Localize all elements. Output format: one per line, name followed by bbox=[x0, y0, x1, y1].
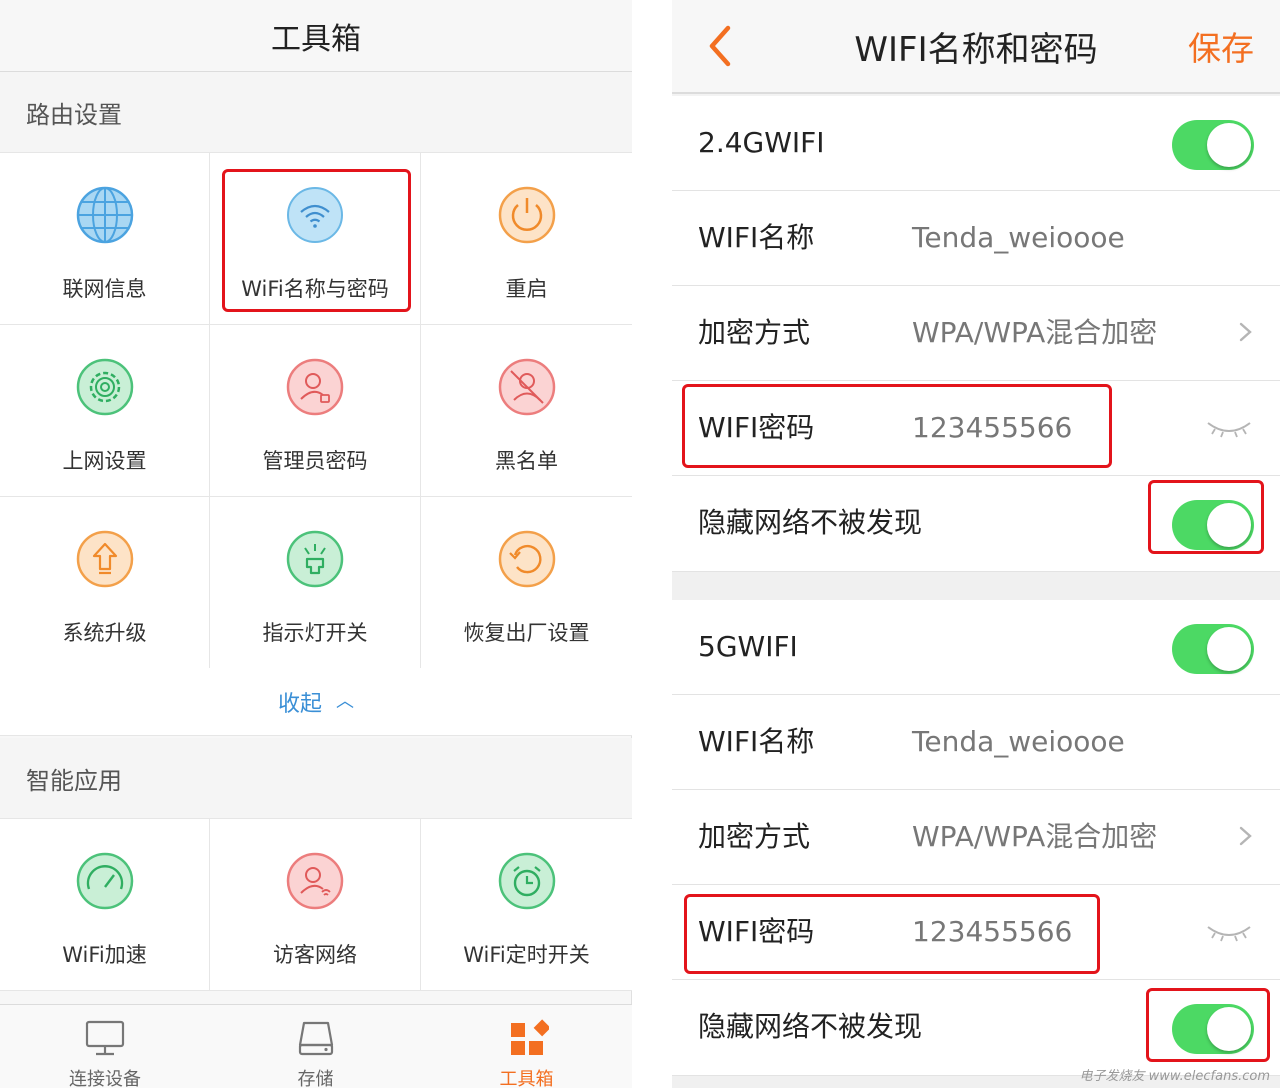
watermark: 电子发烧友 www.elecfans.com bbox=[1079, 1069, 1270, 1084]
smart-apps-grid: WiFi加速 访客网络 WiFi定时开关 bbox=[0, 818, 632, 991]
tool-factory-reset[interactable]: 恢复出厂设置 bbox=[421, 497, 632, 669]
tab-connected-devices[interactable]: 连接设备 bbox=[0, 1005, 210, 1088]
tool-label: 黑名单 bbox=[495, 449, 558, 473]
tab-label: 工具箱 bbox=[499, 1069, 554, 1088]
toolbox-header: 工具箱 bbox=[0, 0, 632, 72]
tool-system-upgrade[interactable]: 系统升级 bbox=[0, 497, 210, 669]
encryption-value: WPA/WPA混合加密 bbox=[912, 316, 1158, 349]
encryption-row[interactable]: 加密方式 WPA/WPA混合加密 bbox=[672, 286, 1280, 381]
wifi-password-value[interactable]: 123455566 bbox=[912, 381, 1072, 475]
toolbox-screen: 工具箱 路由设置 联网信息 WiFi名称与密码 重启 上网设置 管理员密码 黑名… bbox=[0, 0, 632, 1088]
wifi-name-row[interactable]: WIFI名称 Tenda_weioooe bbox=[672, 695, 1280, 790]
collapse-label: 收起 bbox=[277, 691, 322, 717]
storage-icon bbox=[298, 1021, 333, 1056]
toolbox-icon bbox=[510, 1019, 549, 1055]
band-label: 5GWIFI bbox=[698, 630, 798, 663]
collapse-button[interactable]: 收起 ︿ bbox=[0, 668, 632, 736]
chevron-up-icon: ︿ bbox=[336, 690, 354, 712]
band-5g-row: 5GWIFI bbox=[672, 600, 1280, 695]
wifi-name-row[interactable]: WIFI名称 Tenda_weioooe bbox=[672, 191, 1280, 286]
tool-label: 重启 bbox=[505, 277, 548, 301]
wifi-name-value[interactable]: Tenda_weioooe bbox=[912, 191, 1125, 285]
hide-network-row: 隐藏网络不被发现 bbox=[672, 476, 1280, 572]
tool-label: 访客网络 bbox=[273, 943, 357, 967]
field-label: 隐藏网络不被发现 bbox=[698, 506, 923, 539]
tool-label: 恢复出厂设置 bbox=[463, 621, 590, 645]
wifi-settings-screen: WIFI名称和密码 保存 2.4GWIFI WIFI名称 Tenda_weioo… bbox=[672, 0, 1280, 1088]
field-label: WIFI密码 bbox=[698, 915, 815, 948]
field-label: 加密方式 bbox=[698, 316, 811, 349]
band-5g-toggle[interactable] bbox=[1172, 624, 1254, 674]
band-label: 2.4GWIFI bbox=[698, 126, 825, 159]
tool-wifi-name-password[interactable]: WiFi名称与密码 bbox=[210, 153, 421, 325]
section-smart-apps: 智能应用 bbox=[0, 738, 632, 818]
upgrade-icon bbox=[76, 530, 133, 588]
globe-icon bbox=[76, 186, 133, 244]
wifi-password-row[interactable]: WIFI密码 123455566 bbox=[672, 885, 1280, 980]
tool-network-info[interactable]: 联网信息 bbox=[0, 153, 210, 325]
tool-wifi-schedule[interactable]: WiFi定时开关 bbox=[421, 819, 632, 991]
guest-icon bbox=[286, 852, 344, 910]
page-title: 工具箱 bbox=[271, 21, 361, 57]
tool-reboot[interactable]: 重启 bbox=[421, 153, 632, 325]
admin-user-icon bbox=[286, 358, 344, 416]
eye-closed-icon[interactable] bbox=[1206, 923, 1252, 943]
tool-guest-network[interactable]: 访客网络 bbox=[210, 819, 421, 991]
blocked-user-icon bbox=[498, 358, 555, 416]
hide-network-row: 隐藏网络不被发现 bbox=[672, 980, 1280, 1076]
hide-network-toggle[interactable] bbox=[1172, 500, 1254, 550]
tool-label: 上网设置 bbox=[62, 449, 147, 473]
tool-label: WiFi定时开关 bbox=[463, 943, 590, 967]
monitor-icon bbox=[85, 1020, 125, 1056]
restore-icon bbox=[498, 530, 555, 588]
field-label: WIFI名称 bbox=[698, 221, 815, 254]
field-label: WIFI密码 bbox=[698, 411, 815, 444]
tool-label: WiFi名称与密码 bbox=[241, 277, 389, 301]
save-button[interactable]: 保存 bbox=[1188, 22, 1254, 70]
encryption-row[interactable]: 加密方式 WPA/WPA混合加密 bbox=[672, 790, 1280, 885]
chevron-right-icon bbox=[1239, 826, 1252, 846]
section-divider bbox=[672, 572, 1280, 600]
tool-wifi-boost[interactable]: WiFi加速 bbox=[0, 819, 210, 991]
tool-label: WiFi加速 bbox=[62, 943, 147, 967]
tool-internet-settings[interactable]: 上网设置 bbox=[0, 325, 210, 497]
tab-storage[interactable]: 存储 bbox=[210, 1005, 421, 1088]
eye-closed-icon[interactable] bbox=[1206, 419, 1252, 439]
tool-blacklist[interactable]: 黑名单 bbox=[421, 325, 632, 497]
tool-label: 联网信息 bbox=[62, 277, 147, 301]
tab-label: 连接设备 bbox=[69, 1069, 141, 1088]
nav-bar: WIFI名称和密码 保存 bbox=[672, 0, 1280, 94]
tool-admin-password[interactable]: 管理员密码 bbox=[210, 325, 421, 497]
field-label: WIFI名称 bbox=[698, 725, 815, 758]
gear-icon bbox=[76, 358, 133, 416]
tool-indicator-light[interactable]: 指示灯开关 bbox=[210, 497, 421, 669]
band-24g-toggle[interactable] bbox=[1172, 120, 1254, 170]
wifi-password-row[interactable]: WIFI密码 123455566 bbox=[672, 381, 1280, 476]
tool-label: 管理员密码 bbox=[262, 449, 368, 473]
router-settings-grid: 联网信息 WiFi名称与密码 重启 上网设置 管理员密码 黑名单 系统升级 指示… bbox=[0, 152, 632, 669]
field-label: 加密方式 bbox=[698, 820, 811, 853]
hide-network-toggle[interactable] bbox=[1172, 1004, 1254, 1054]
tab-toolbox[interactable]: 工具箱 bbox=[421, 1005, 632, 1088]
alarm-clock-icon bbox=[498, 852, 555, 910]
power-icon bbox=[498, 186, 555, 244]
light-icon bbox=[286, 530, 344, 588]
chevron-right-icon bbox=[1239, 322, 1252, 342]
wifi-password-value[interactable]: 123455566 bbox=[912, 885, 1072, 979]
encryption-value: WPA/WPA混合加密 bbox=[912, 820, 1158, 853]
tool-label: 系统升级 bbox=[62, 621, 147, 645]
bottom-tab-bar: 连接设备 存储 工具箱 bbox=[0, 1004, 632, 1088]
speedometer-icon bbox=[76, 852, 133, 910]
section-router-settings: 路由设置 bbox=[0, 72, 632, 152]
tool-label: 指示灯开关 bbox=[262, 621, 368, 645]
tab-label: 存储 bbox=[297, 1069, 334, 1088]
field-label: 隐藏网络不被发现 bbox=[698, 1010, 923, 1043]
wifi-icon bbox=[287, 187, 343, 243]
band-24g-row: 2.4GWIFI bbox=[672, 96, 1280, 191]
wifi-name-value[interactable]: Tenda_weioooe bbox=[912, 695, 1125, 789]
